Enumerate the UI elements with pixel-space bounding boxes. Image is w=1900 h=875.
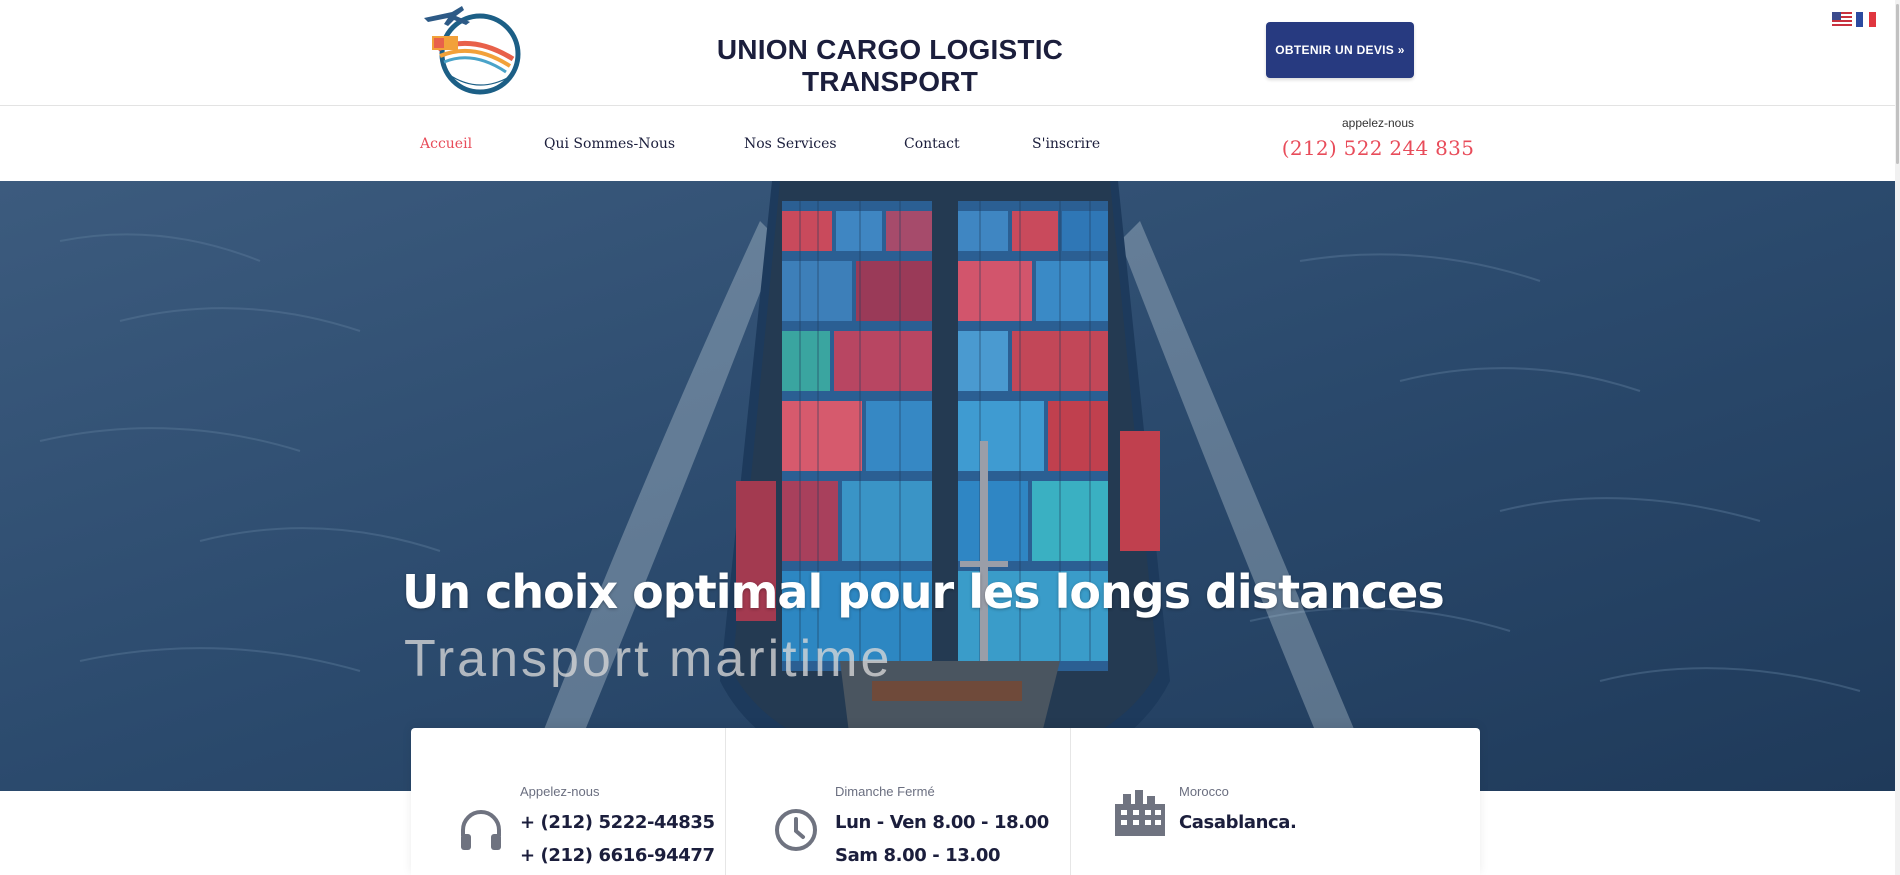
- contact-info-card: Appelez-nous + (212) 5222-44835 + (212) …: [411, 728, 1480, 875]
- main-menu: Accueil Qui Sommes-Nous Nos Services Con…: [420, 106, 1132, 181]
- building-icon: [1113, 790, 1165, 838]
- phone-number-2[interactable]: + (212) 6616-94477: [520, 845, 715, 866]
- city-name: Casablanca.: [1179, 812, 1297, 833]
- main-navigation-bar: Accueil Qui Sommes-Nous Nos Services Con…: [0, 106, 1900, 181]
- hero-title: Un choix optimal pour les longs distance…: [402, 565, 1445, 619]
- saturday-hours: Sam 8.00 - 13.00: [835, 845, 1001, 866]
- call-us-number[interactable]: (212) 522 244 835: [1270, 136, 1486, 160]
- us-flag-icon[interactable]: [1832, 12, 1852, 27]
- nav-item-home[interactable]: Accueil: [420, 136, 544, 152]
- nav-item-contact[interactable]: Contact: [904, 136, 1032, 152]
- top-header: UNION CARGO LOGISTIC TRANSPORT OBTENIR U…: [0, 0, 1900, 106]
- language-switcher: [1832, 12, 1876, 27]
- call-us-label: appelez-nous: [1341, 116, 1415, 130]
- scrollbar-thumb[interactable]: [1896, 4, 1899, 164]
- nav-item-services[interactable]: Nos Services: [744, 136, 904, 152]
- hero-banner: Un choix optimal pour les longs distance…: [0, 181, 1895, 791]
- weekday-hours: Lun - Ven 8.00 - 18.00: [835, 812, 1049, 833]
- headset-icon: [457, 806, 505, 854]
- france-flag-icon[interactable]: [1856, 12, 1876, 27]
- country-label: Morocco: [1179, 784, 1229, 799]
- hero-subtitle: Transport maritime: [404, 630, 893, 688]
- phone-number-1[interactable]: + (212) 5222-44835: [520, 812, 715, 833]
- location-info: Morocco Casablanca.: [1071, 728, 1480, 875]
- page-scrollbar[interactable]: [1895, 0, 1900, 875]
- clock-icon: [772, 806, 820, 854]
- nav-item-register[interactable]: S'inscrire: [1032, 136, 1132, 152]
- company-logo[interactable]: [418, 4, 530, 96]
- site-title: UNION CARGO LOGISTIC TRANSPORT: [716, 34, 1064, 97]
- get-quote-button[interactable]: OBTENIR UN DEVIS »: [1266, 22, 1414, 78]
- container-ship-image: [0, 181, 1895, 791]
- phone-info: Appelez-nous + (212) 5222-44835 + (212) …: [411, 728, 726, 875]
- phone-label: Appelez-nous: [520, 784, 600, 799]
- hours-label: Dimanche Fermé: [835, 784, 935, 799]
- nav-item-about[interactable]: Qui Sommes-Nous: [544, 136, 744, 152]
- hours-info: Dimanche Fermé Lun - Ven 8.00 - 18.00 Sa…: [726, 728, 1071, 875]
